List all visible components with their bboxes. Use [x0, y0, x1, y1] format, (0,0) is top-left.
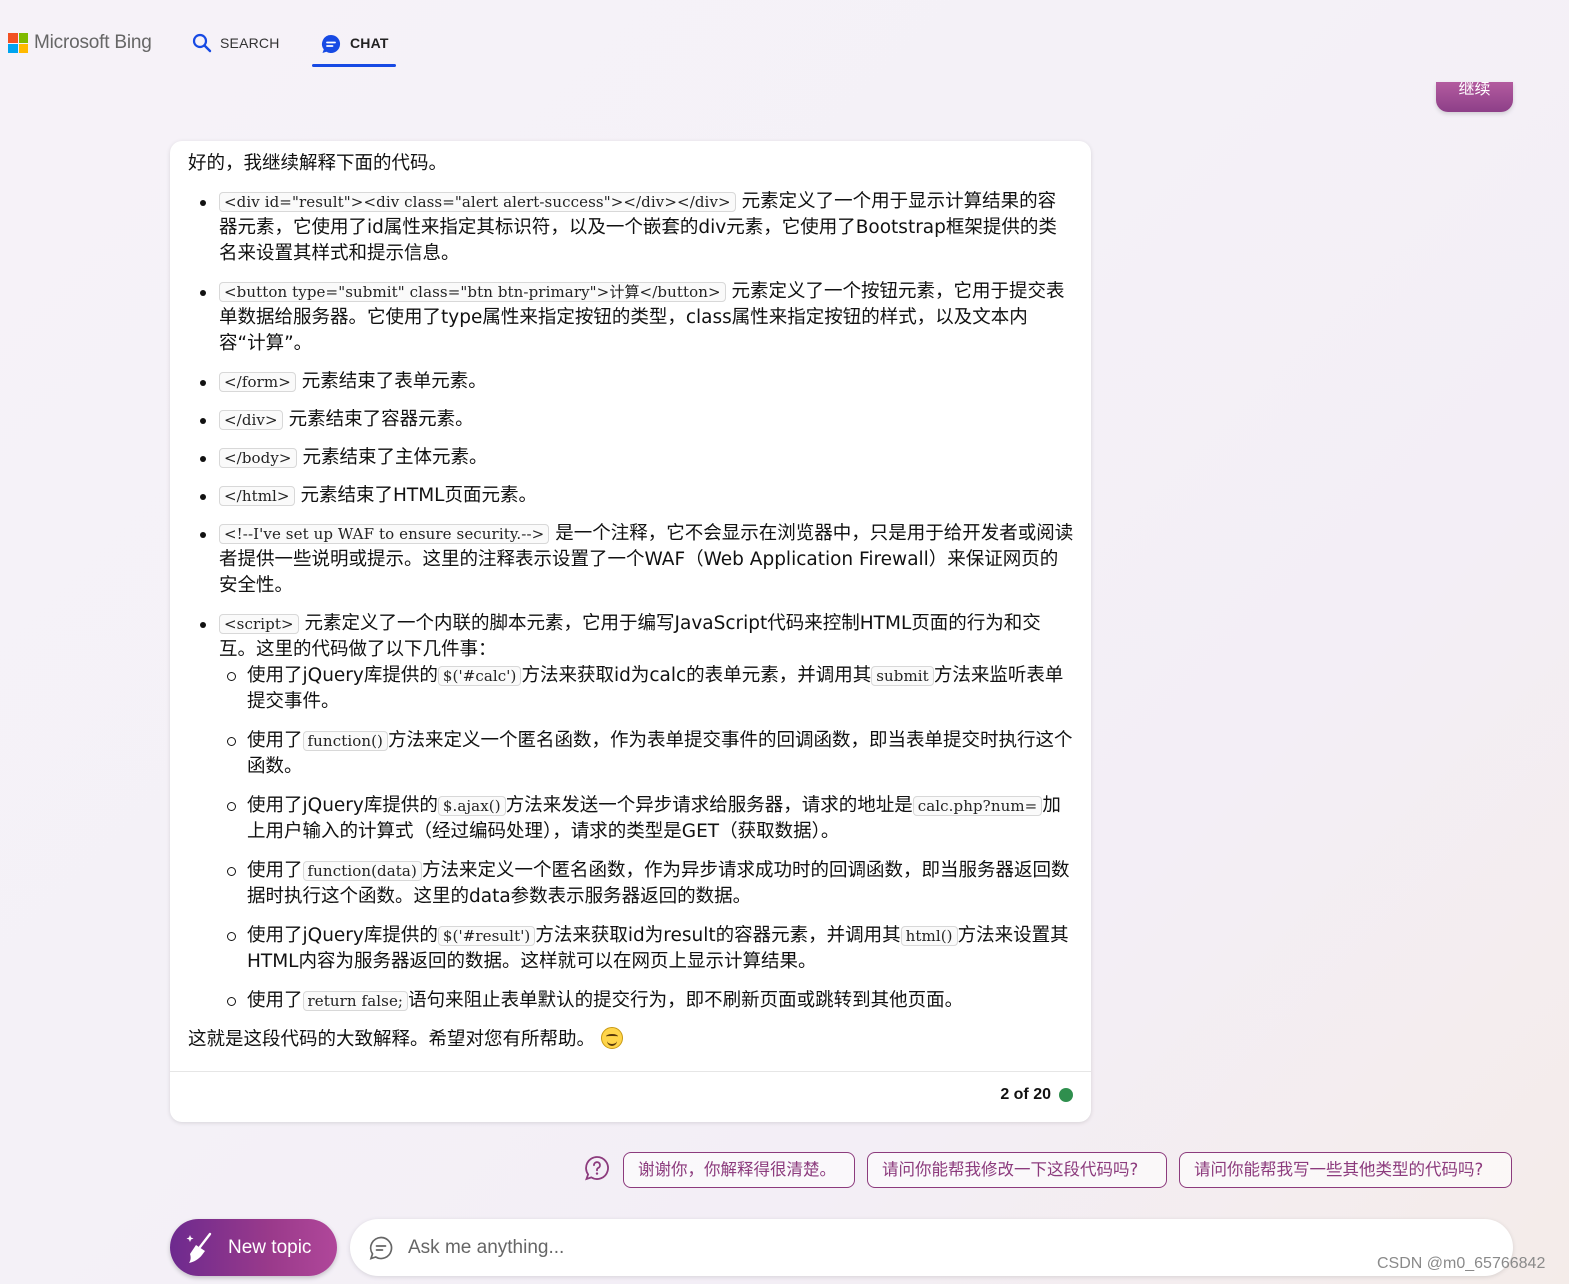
sub-list-item: 使用了jQuery库提供的 $('#calc') 方法来获取id为calc的表单元素…: [219, 663, 1074, 715]
bing-logo[interactable]: Microsoft Bing: [8, 32, 152, 54]
sub-list-item: 使用了jQuery库提供的 $('#result') 方法来获取id为result的…: [219, 923, 1074, 975]
message-intro: 好的，我继续解释下面的代码。: [188, 153, 448, 174]
chat-bubble-icon: [369, 1236, 393, 1260]
text: 使用了jQuery库提供的: [247, 925, 438, 946]
list-item-text: 元素定义了一个内联的脚本元素，它用于编写JavaScript代码来控制HTML页…: [219, 613, 1041, 660]
list-item: </body> 元素结束了主体元素。: [188, 445, 1074, 471]
script-sublist: 使用了jQuery库提供的 $('#calc') 方法来获取id为calc的表单元素…: [219, 663, 1074, 1014]
sub-list-item: 使用了 function(data) 方法来定义一个匿名函数，作为异步请求成功时的回…: [219, 858, 1074, 910]
text: 方法来发送一个异步请求给服务器，请求的地址是: [505, 795, 913, 816]
card-divider: [170, 1071, 1091, 1072]
list-item-text: 元素结束了容器元素。: [288, 409, 474, 430]
continue-button[interactable]: 继续: [1436, 82, 1513, 112]
sub-list-item: 使用了jQuery库提供的 $.ajax() 方法来发送一个异步请求给服务器，请求的…: [219, 793, 1074, 845]
tab-search[interactable]: SEARCH: [192, 30, 280, 70]
tab-chat[interactable]: CHAT: [312, 30, 396, 70]
text: 使用了: [247, 860, 303, 881]
list-item-text: 元素结束了HTML页面元素。: [300, 485, 537, 506]
text: 使用了jQuery库提供的: [247, 795, 438, 816]
message-footer: 2 of 20: [1000, 1086, 1073, 1104]
suggestion-chip-2[interactable]: 请问你能帮我修改一下这段代码吗?: [867, 1152, 1167, 1188]
explanation-list: <div id="result"><div class="alert alert…: [188, 189, 1074, 1014]
smiling-face-emoji-icon: [601, 1027, 624, 1049]
message-outro: 这就是这段代码的大致解释。希望对您有所帮助。: [188, 1027, 1074, 1053]
bot-message-card: 好的，我继续解释下面的代码。 <div id="result"><div cla…: [170, 141, 1091, 1122]
inline-code: calc.php?num=: [912, 796, 1043, 816]
broom-icon: [186, 1232, 212, 1263]
inline-code: function(): [302, 731, 389, 751]
inline-code: <script>: [219, 614, 299, 634]
text: 使用了: [247, 990, 303, 1011]
inline-code: <div id="result"><div class="alert alert…: [219, 192, 736, 212]
status-dot-icon: [1059, 1088, 1073, 1102]
list-item-text: 元素结束了主体元素。: [302, 447, 488, 468]
chat-input-box[interactable]: [350, 1219, 1513, 1276]
text: 使用了: [247, 730, 303, 751]
inline-code: </body>: [219, 448, 297, 468]
sub-list-item: 使用了 return false; 语句来阻止表单默认的提交行为，即不刷新页面或跳转…: [219, 988, 1074, 1014]
suggestion-chip-3[interactable]: 请问你能帮我写一些其他类型的代码吗?: [1179, 1152, 1512, 1188]
inline-code: function(data): [302, 861, 422, 881]
list-item: <!--I've set up WAF to ensure security.-…: [188, 521, 1074, 599]
list-item: </div> 元素结束了容器元素。: [188, 407, 1074, 433]
question-help-icon[interactable]: [584, 1155, 610, 1181]
text: 方法来获取id为calc的表单元素，并调用其: [521, 665, 872, 686]
message-body: 好的，我继续解释下面的代码。 <div id="result"><div cla…: [188, 151, 1074, 1053]
watermark-text: CSDN @m0_65766842: [1377, 1255, 1546, 1272]
inline-code: return false;: [302, 991, 409, 1011]
outro-text: 这就是这段代码的大致解释。希望对您有所帮助。: [188, 1029, 596, 1050]
new-topic-button[interactable]: New topic: [170, 1219, 337, 1276]
logo-text: Microsoft Bing: [34, 32, 152, 53]
inline-code: submit: [871, 666, 934, 686]
search-icon: [192, 33, 212, 53]
inline-code: $('#calc'): [437, 666, 522, 686]
text: 方法来获取id为result的容器元素，并调用其: [535, 925, 901, 946]
inline-code: $.ajax(): [437, 796, 506, 816]
tab-search-label: SEARCH: [220, 35, 280, 51]
new-topic-label: New topic: [228, 1236, 312, 1258]
ask-input[interactable]: [408, 1236, 1308, 1259]
suggestion-chip-1[interactable]: 谢谢你，你解释得很清楚。: [623, 1152, 855, 1188]
chat-icon: [322, 34, 341, 53]
inline-code: html(): [900, 926, 958, 946]
inline-code: $('#result'): [437, 926, 536, 946]
microsoft-logo-icon: [8, 33, 28, 53]
inline-code: </form>: [219, 372, 296, 392]
inline-code: </html>: [219, 486, 295, 506]
list-item: <script> 元素定义了一个内联的脚本元素，它用于编写JavaScript代…: [188, 611, 1074, 1014]
list-item-text: 元素结束了表单元素。: [301, 371, 487, 392]
turn-counter: 2 of 20: [1000, 1086, 1051, 1103]
sub-list-item: 使用了 function() 方法来定义一个匿名函数，作为表单提交事件的回调函数，即…: [219, 728, 1074, 780]
list-item: </form> 元素结束了表单元素。: [188, 369, 1074, 395]
list-item: <div id="result"><div class="alert alert…: [188, 189, 1074, 267]
list-item: <button type="submit" class="btn btn-pri…: [188, 279, 1074, 357]
inline-code: <button type="submit" class="btn btn-pri…: [219, 282, 726, 302]
list-item: </html> 元素结束了HTML页面元素。: [188, 483, 1074, 509]
text: 语句来阻止表单默认的提交行为，即不刷新页面或跳转到其他页面。: [408, 990, 964, 1011]
tab-chat-label: CHAT: [350, 35, 389, 51]
text: 使用了jQuery库提供的: [247, 665, 438, 686]
inline-code: <!--I've set up WAF to ensure security.-…: [219, 524, 550, 544]
inline-code: </div>: [219, 410, 283, 430]
